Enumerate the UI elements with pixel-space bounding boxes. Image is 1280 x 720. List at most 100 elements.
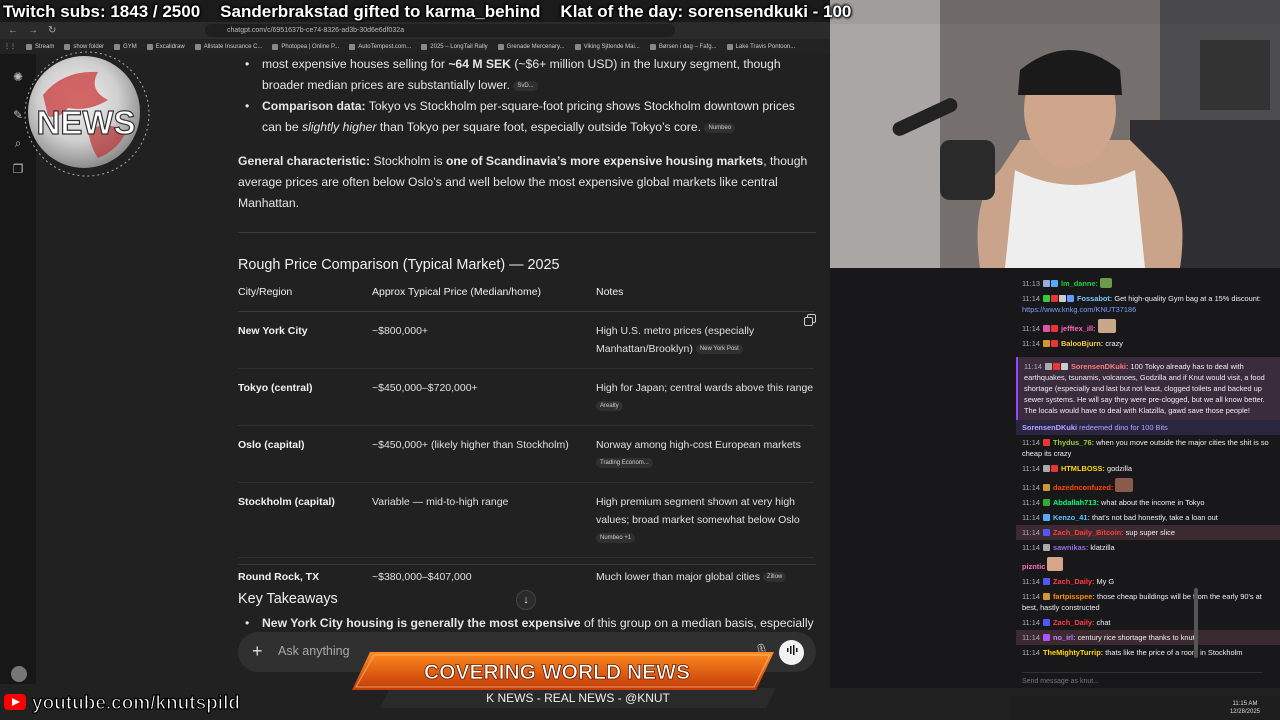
chat-message: 11:14 BalooBjurn: crazy (1022, 339, 1123, 348)
column-header: Approx Typical Price (Median/home) (372, 281, 596, 312)
emote-icon (1099, 278, 1112, 288)
bookmark-item[interactable]: Photopea | Online P... (272, 43, 339, 50)
emote-icon (1115, 478, 1134, 492)
emote-icon (1047, 557, 1064, 571)
table-row: Tokyo (central) ~$450,000–$720,000+ High… (238, 368, 814, 426)
source-chip[interactable]: Numbeo +1 (596, 533, 636, 544)
chat-message: pizntic (1016, 555, 1280, 574)
browser-address-bar: ← → ↻ chatgpt.com/c/6951637b-ce74-8326-a… (0, 22, 830, 39)
chat-scrollbar[interactable] (1194, 588, 1198, 658)
source-chip[interactable]: New York Post (695, 344, 743, 355)
table-header-row: City/Region Approx Typical Price (Median… (238, 281, 814, 312)
source-chip[interactable]: SvD... (513, 80, 538, 91)
chat-message: 11:14 sawnikas: klatzilla (1022, 543, 1115, 552)
column-header: Notes (596, 281, 814, 312)
system-clock[interactable]: 11:15 AM 12/28/2025 (1230, 700, 1260, 716)
chat-message: 11:14 Zach_Daily: chat (1022, 618, 1111, 627)
system-taskbar: 11:15 AM 12/28/2025 (1010, 696, 1280, 720)
divider (238, 564, 816, 565)
chat-message: 11:14 HTMLBOSS: godzilla (1022, 464, 1133, 473)
chat-message: 11:14 Kenzo_41: that's not bad honestly, … (1022, 513, 1218, 522)
url-field[interactable]: chatgpt.com/c/6951637b-ce74-8326-ad3b-30… (205, 24, 675, 37)
notes-cell: High U.S. metro prices (especially Manha… (596, 311, 814, 369)
chat-message: SorensenDKuki redeemed dino for 100 Bits (1016, 420, 1280, 435)
price-table: City/Region Approx Typical Price (Median… (238, 281, 814, 596)
chat-message: 11:13 lm_danne: (1016, 276, 1280, 291)
bookmark-item[interactable]: Stream (26, 43, 54, 50)
city-cell: New York City (238, 311, 372, 369)
bullet-list: most expensive houses selling for ~64 M … (238, 54, 816, 138)
table-row: Stockholm (capital) Variable — mid-to-hi… (238, 482, 814, 558)
back-icon[interactable]: ← (8, 25, 20, 36)
chat-link[interactable]: https://www.knkg.com/KNUT37186 (1022, 305, 1136, 314)
browser-tab-strip (0, 0, 830, 22)
chat-message: 11:14 dazednconfuzed: (1016, 476, 1280, 495)
bookmark-item[interactable]: AutoTempest.com... (349, 43, 411, 50)
covering-news-banner: COVERING WORLD NEWS (352, 652, 774, 690)
chat-message: 11:14 Thydus_76: when you move outside th… (1022, 438, 1269, 458)
svg-text:K NEWS - REAL NEWS - @KNUT: K NEWS - REAL NEWS - @KNUT (486, 691, 670, 705)
twitch-chat: 11:13 lm_danne: 11:14 Fossabot: Get high-q… (1016, 268, 1280, 688)
city-cell: Tokyo (central) (238, 368, 372, 426)
scroll-down-button[interactable]: ↓ (516, 590, 536, 610)
news-globe-logo: NEWS (24, 51, 150, 177)
chat-message: 11:14 fartpisspee: those cheap buildings … (1022, 592, 1262, 612)
bookmark-item[interactable]: 2025 – LongTail Rally (421, 43, 488, 50)
avatar[interactable] (11, 666, 27, 682)
table-row: Oslo (capital) ~$450,000+ (likely higher… (238, 425, 814, 483)
bookmark-item[interactable]: Excalidraw (146, 43, 185, 50)
plus-icon[interactable]: + (252, 641, 263, 662)
list-item: Comparison data: Tokyo vs Stockholm per-… (238, 96, 816, 138)
bookmark-item[interactable]: show folder (64, 43, 104, 50)
paragraph: General characteristic: Stockholm is one… (238, 154, 808, 210)
stream-overlay-area: 11:13 lm_danne: 11:14 Fossabot: Get high-q… (830, 268, 1280, 688)
table-row: New York City ~$800,000+ High U.S. metro… (238, 311, 814, 369)
divider (238, 232, 816, 233)
notes-cell: Norway among high-cost European markets T… (596, 425, 814, 483)
k-news-bar: K NEWS - REAL NEWS - @KNUT (380, 688, 776, 708)
voice-mode-button[interactable] (779, 640, 804, 665)
bookmark-item[interactable]: Allstate Insurance C... (194, 43, 262, 50)
chat-message: 11:14 Abdallah713: what about the income … (1022, 498, 1205, 507)
svg-text:NEWS: NEWS (37, 104, 136, 141)
source-chip[interactable]: Zillow (762, 572, 787, 583)
table-title: Rough Price Comparison (Typical Market) … (238, 257, 560, 273)
chat-message: 11:14 jefftex_ill: (1016, 317, 1280, 336)
svg-text:COVERING WORLD NEWS: COVERING WORLD NEWS (424, 661, 690, 684)
source-chip[interactable]: Arealty (596, 401, 623, 412)
column-header: City/Region (238, 281, 372, 312)
chat-message: 11:14 Fossabot: Get high-quality Gym bag … (1022, 294, 1261, 314)
emote-icon (1097, 319, 1116, 333)
chat-message: 11:14 Zach_Daily_Bitcoin: sup super slice (1016, 525, 1280, 540)
webcam-image (830, 0, 1280, 268)
bookmark-item[interactable]: Børsen i dag – Fafg... (649, 43, 717, 50)
webcam-feed (830, 0, 1280, 268)
composer-input[interactable]: Ask anything (278, 644, 350, 658)
source-chip[interactable]: Trading Econom... (596, 458, 653, 469)
stream-screen: ← → ↻ chatgpt.com/c/6951637b-ce74-8326-a… (0, 0, 1280, 720)
price-cell: Variable — mid-to-high range (372, 482, 596, 558)
notes-cell: High for Japan; central wards above this… (596, 368, 814, 426)
chat-message: 11:14 no_irl: century rice shortage thank… (1016, 630, 1280, 645)
city-cell: Oslo (capital) (238, 425, 372, 483)
notes-cell: High premium segment shown at very high … (596, 482, 814, 558)
city-cell: Stockholm (capital) (238, 482, 372, 558)
list-item: most expensive houses selling for ~64 M … (238, 54, 816, 96)
chat-input[interactable]: Send message as knut... (1022, 672, 1262, 685)
chat-message: 11:14 SorensenDKuki: 100 Tokyo already ha… (1016, 357, 1280, 420)
waveform-icon (786, 645, 797, 655)
youtube-channel-overlay: youtube.com/knutspild (4, 692, 241, 714)
price-cell: ~$450,000+ (likely higher than Stockholm… (372, 425, 596, 483)
source-chip[interactable]: Numbeo (704, 122, 736, 133)
bookmark-item[interactable]: Grenade Mercenary... (497, 43, 565, 50)
chat-message: 11:14 Zach_Daily: My G (1022, 577, 1115, 586)
reload-icon[interactable]: ↻ (48, 25, 60, 36)
copy-table-icon[interactable] (804, 314, 816, 326)
svg-text:youtube.com/knutspild: youtube.com/knutspild (32, 693, 240, 714)
apps-icon[interactable]: ⋮⋮ (4, 43, 16, 50)
bookmark-item[interactable]: GYM (114, 43, 137, 50)
price-cell: ~$450,000–$720,000+ (372, 368, 596, 426)
bookmark-item[interactable]: Lake Travis Pontoon... (726, 43, 795, 50)
forward-icon[interactable]: → (28, 25, 40, 36)
bookmark-item[interactable]: Viking Sjttende Mai... (574, 43, 640, 50)
